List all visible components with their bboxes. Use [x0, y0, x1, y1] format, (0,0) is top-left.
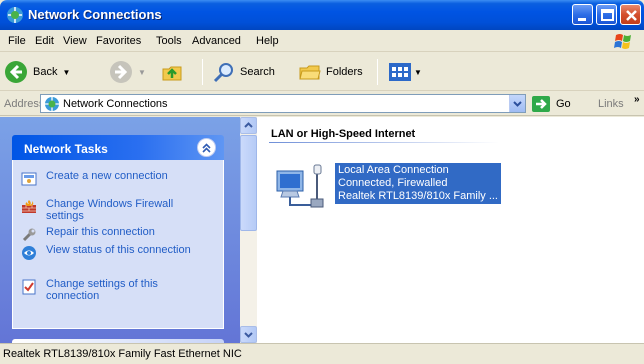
connection-device: Realtek RTL8139/810x Family ...: [338, 190, 498, 202]
toolbar-separator: [377, 59, 378, 85]
address-input[interactable]: Network Connections: [40, 94, 526, 113]
address-label: Address: [4, 98, 45, 110]
status-text: Realtek RTL8139/810x Family Fast Etherne…: [3, 348, 242, 360]
network-connections-icon: [7, 7, 23, 23]
wrench-icon: [22, 228, 36, 242]
menu-favorites[interactable]: Favorites: [96, 35, 141, 47]
forward-arrow-icon: [110, 61, 132, 83]
close-button[interactable]: [620, 4, 641, 25]
windows-logo-icon: [614, 34, 631, 49]
up-folder-icon: [162, 66, 182, 81]
chevron-down-icon: [513, 101, 522, 107]
scroll-up-button[interactable]: [240, 117, 257, 134]
connection-status: Connected, Firewalled: [338, 177, 448, 189]
connection-name: Local Area Connection: [338, 164, 449, 176]
task-label: View status of this connection: [46, 244, 191, 256]
menu-bar: File Edit View Favorites Tools Advanced …: [0, 30, 644, 52]
network-tasks-header[interactable]: Network Tasks: [12, 135, 224, 160]
maximize-icon: [601, 9, 614, 21]
chevron-right-icon[interactable]: »: [634, 94, 640, 105]
task-view-status[interactable]: View status of this connection: [21, 244, 196, 261]
views-button[interactable]: ▼: [388, 59, 422, 85]
search-button[interactable]: Search: [212, 59, 275, 85]
task-repair-connection[interactable]: Repair this connection: [21, 226, 196, 243]
network-tasks-title: Network Tasks: [24, 142, 108, 156]
network-tasks-body: Create a new connection Change Windows F…: [12, 160, 224, 329]
task-label: Change settings of this connection: [46, 278, 158, 302]
collapse-button[interactable]: [197, 138, 216, 157]
close-icon: [626, 10, 637, 21]
menu-file[interactable]: File: [8, 35, 26, 47]
connection-label[interactable]: Local Area Connection Connected, Firewal…: [335, 163, 501, 204]
network-tasks-panel: Network Tasks Create a new connection Ch…: [12, 135, 224, 329]
folder-icon: [299, 65, 321, 80]
back-label: Back: [33, 66, 58, 78]
firewall-icon: [22, 200, 36, 213]
task-pane: Network Tasks Create a new connection Ch…: [0, 117, 254, 343]
go-arrow-icon: [532, 96, 550, 112]
back-button[interactable]: Back ▼: [4, 59, 70, 85]
chevron-down-icon: [244, 332, 253, 338]
go-button[interactable]: Go: [532, 95, 571, 113]
chevron-down-icon[interactable]: ▼: [62, 68, 70, 77]
task-label: Repair this connection: [46, 226, 155, 238]
menu-tools[interactable]: Tools: [156, 35, 182, 47]
task-create-connection[interactable]: Create a new connection: [21, 170, 196, 187]
scroll-thumb[interactable]: [240, 135, 257, 231]
task-change-settings[interactable]: Change settings of this connection: [21, 278, 196, 302]
go-label: Go: [556, 98, 571, 110]
forward-button[interactable]: ▼: [109, 59, 146, 85]
status-icon: [22, 246, 36, 260]
address-value: Network Connections: [63, 98, 168, 110]
folders-label: Folders: [326, 66, 363, 78]
links-label[interactable]: Links: [598, 98, 624, 110]
task-pane-scrollbar[interactable]: [240, 117, 257, 343]
address-bar: Address Network Connections Go Links »: [0, 92, 644, 116]
maximize-button[interactable]: [596, 4, 617, 25]
back-arrow-icon: [5, 61, 27, 83]
search-icon: [213, 63, 233, 83]
menu-edit[interactable]: Edit: [35, 35, 54, 47]
network-connections-icon: [45, 97, 59, 111]
chevron-up-double-icon: [202, 143, 211, 153]
new-connection-icon: [21, 172, 37, 186]
scroll-down-button[interactable]: [240, 326, 257, 343]
connections-list: LAN or High-Speed Internet Local Area Co…: [257, 117, 644, 343]
up-folder-button[interactable]: [160, 59, 184, 85]
title-bar[interactable]: Network Connections: [0, 0, 644, 30]
views-icon: [389, 63, 411, 81]
toolbar: Back ▼ ▼ Search Folders ▼: [0, 53, 644, 91]
minimize-icon: [578, 18, 586, 21]
menu-help[interactable]: Help: [256, 35, 279, 47]
search-label: Search: [240, 66, 275, 78]
chevron-down-icon[interactable]: ▼: [138, 68, 146, 77]
toolbar-separator: [202, 59, 203, 85]
status-bar: Realtek RTL8139/810x Family Fast Etherne…: [0, 343, 644, 364]
menu-view[interactable]: View: [63, 35, 87, 47]
menu-advanced[interactable]: Advanced: [192, 35, 241, 47]
folders-button[interactable]: Folders: [298, 59, 363, 85]
group-header: LAN or High-Speed Internet: [271, 128, 416, 140]
settings-icon: [22, 279, 36, 295]
chevron-up-icon: [244, 122, 253, 128]
address-dropdown-button[interactable]: [509, 95, 525, 112]
group-divider: [269, 142, 499, 143]
task-label: Change Windows Firewall settings: [46, 198, 174, 222]
local-area-connection-icon[interactable]: [273, 161, 333, 211]
window-title: Network Connections: [28, 7, 162, 22]
task-firewall-settings[interactable]: Change Windows Firewall settings: [21, 198, 196, 222]
minimize-button[interactable]: [572, 4, 593, 25]
chevron-down-icon[interactable]: ▼: [414, 68, 422, 77]
task-label: Create a new connection: [46, 170, 168, 182]
